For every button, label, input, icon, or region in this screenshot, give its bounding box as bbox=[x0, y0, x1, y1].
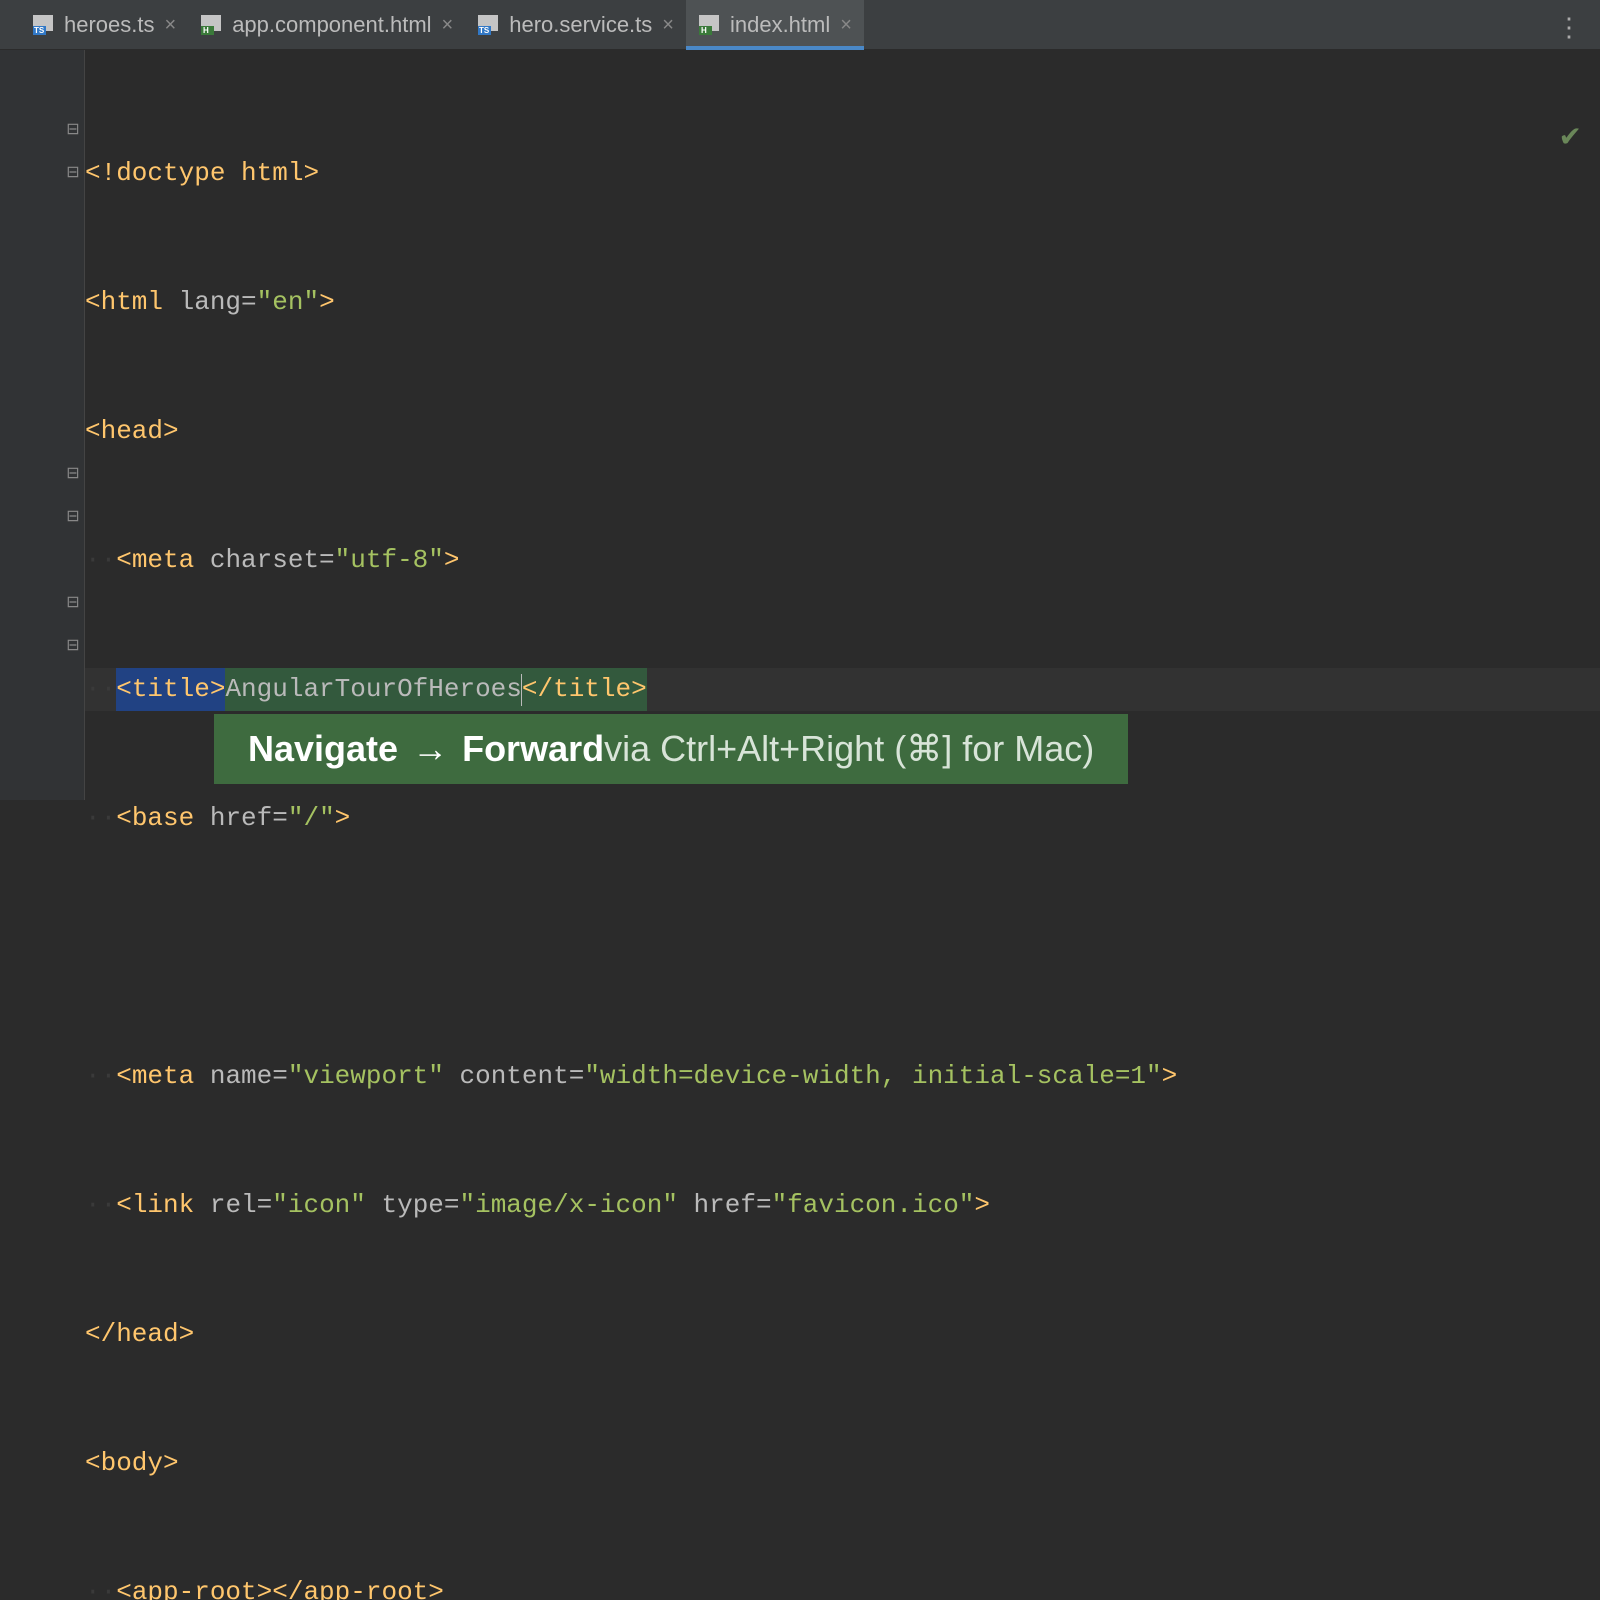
svg-text:TS: TS bbox=[479, 26, 490, 35]
svg-text:TS: TS bbox=[34, 26, 45, 35]
fold-marker[interactable]: ⊟ bbox=[66, 582, 80, 625]
tooltip-fwd: Forward bbox=[462, 728, 604, 770]
ts-file-icon: TS bbox=[32, 14, 54, 36]
fold-marker[interactable]: ⊟ bbox=[66, 453, 80, 496]
tab-bar: TS heroes.ts × H app.component.html × TS… bbox=[0, 0, 1600, 50]
tab-label: hero.service.ts bbox=[509, 12, 652, 38]
current-line: ··<title>AngularTourOfHeroes</title> bbox=[85, 668, 1600, 711]
tab-index-html[interactable]: H index.html × bbox=[686, 0, 864, 50]
fold-marker[interactable]: ⊟ bbox=[66, 109, 80, 152]
close-icon[interactable]: × bbox=[442, 15, 454, 35]
tab-label: heroes.ts bbox=[64, 12, 155, 38]
html-file-icon: H bbox=[698, 14, 720, 36]
fold-marker[interactable]: ⊟ bbox=[66, 625, 80, 668]
close-icon[interactable]: × bbox=[662, 15, 674, 35]
tab-app-component-html[interactable]: H app.component.html × bbox=[188, 0, 465, 50]
more-icon[interactable]: ⋮ bbox=[1556, 12, 1582, 43]
editor: ⊟ ⊟ ⊟ ⊟ ⊟ ⊟ <!doctype html> <html lang="… bbox=[0, 50, 1600, 800]
tooltip-nav: Navigate bbox=[248, 728, 398, 770]
tab-heroes-ts[interactable]: TS heroes.ts × bbox=[20, 0, 188, 50]
navigation-tooltip: Navigate → Forward via Ctrl+Alt+Right (⌘… bbox=[214, 714, 1128, 784]
svg-text:H: H bbox=[701, 26, 707, 35]
html-file-icon: H bbox=[200, 14, 222, 36]
tab-hero-service-ts[interactable]: TS hero.service.ts × bbox=[465, 0, 686, 50]
check-icon: ✔ bbox=[1559, 120, 1582, 153]
svg-text:H: H bbox=[203, 26, 209, 35]
arrow-icon: → bbox=[398, 728, 462, 770]
gutter: ⊟ ⊟ ⊟ ⊟ ⊟ ⊟ bbox=[0, 50, 85, 800]
close-icon[interactable]: × bbox=[165, 15, 177, 35]
fold-marker[interactable]: ⊟ bbox=[66, 152, 80, 195]
tooltip-rest: via Ctrl+Alt+Right (⌘] for Mac) bbox=[604, 728, 1094, 770]
fold-marker[interactable]: ⊟ bbox=[66, 496, 80, 539]
tab-label: app.component.html bbox=[232, 12, 431, 38]
ts-file-icon: TS bbox=[477, 14, 499, 36]
tab-label: index.html bbox=[730, 12, 830, 38]
code-area[interactable]: <!doctype html> <html lang="en"> <head> … bbox=[85, 50, 1600, 800]
close-icon[interactable]: × bbox=[840, 15, 852, 35]
